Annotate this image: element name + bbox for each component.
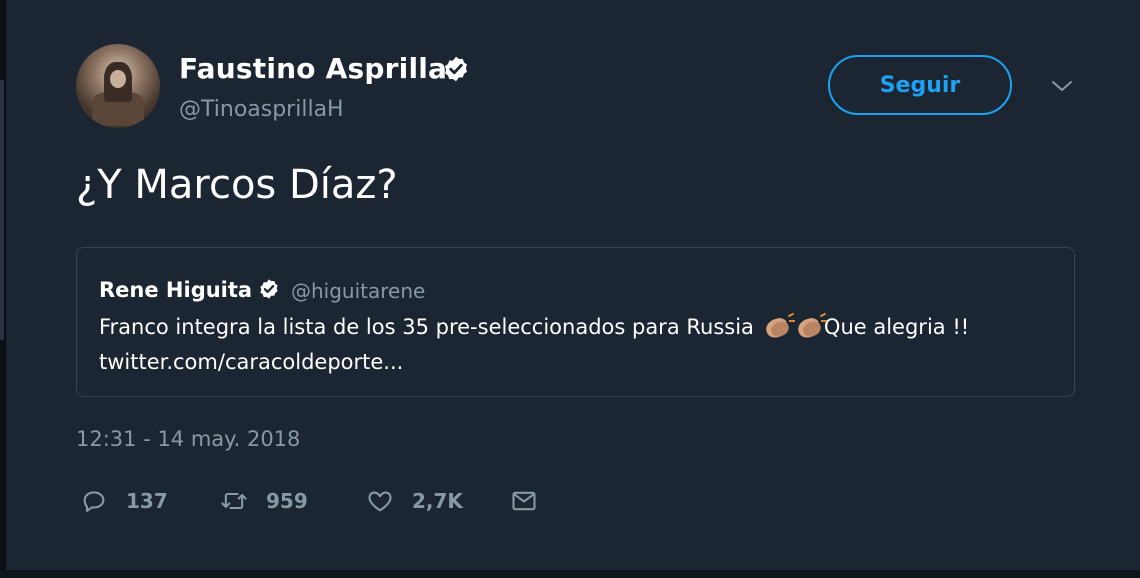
quoted-tweet-text: Franco integra la lista de los 35 pre-se… [99, 312, 970, 341]
window-edge [0, 570, 1140, 578]
direct-message-button[interactable] [510, 486, 538, 516]
direct-message-icon [512, 491, 536, 511]
window-edge [0, 0, 6, 578]
reply-icon [83, 491, 105, 512]
follow-button[interactable]: Seguir [828, 55, 1012, 115]
quoted-tweet[interactable]: Rene Higuita @higuitarene Franco integra… [76, 247, 1075, 397]
quoted-text-main: Franco integra la lista de los 35 pre-se… [99, 315, 754, 339]
quoted-text-exclamation: Que alegria !! [823, 315, 970, 339]
tweet-text: ¿Y Marcos Díaz? [76, 162, 398, 208]
like-count: 2,7K [412, 489, 463, 513]
author-name[interactable]: Faustino Asprilla [179, 52, 447, 85]
tweet-timestamp[interactable]: 12:31 - 14 may. 2018 [76, 427, 300, 451]
clapping-hands-emoji [795, 312, 827, 341]
tweet-card: Faustino Asprilla @TinoasprillaH Seguir … [0, 0, 1140, 578]
retweet-count: 959 [266, 489, 308, 513]
retweet-button[interactable]: 959 [220, 486, 308, 516]
quoted-tweet-link[interactable]: twitter.com/caracoldeporte... [99, 350, 403, 374]
like-button[interactable]: 2,7K [366, 486, 463, 516]
retweet-icon [221, 492, 247, 510]
clapping-hands-emoji [763, 312, 795, 341]
like-icon [368, 491, 392, 512]
reply-button[interactable]: 137 [80, 486, 168, 516]
reply-count: 137 [126, 489, 168, 513]
author-handle[interactable]: @TinoasprillaH [179, 97, 344, 122]
verified-badge-icon [445, 56, 467, 82]
verified-badge-icon [260, 279, 278, 299]
avatar[interactable] [76, 44, 160, 128]
quoted-author-name[interactable]: Rene Higuita [99, 278, 252, 302]
quoted-author-handle[interactable]: @higuitarene [291, 279, 425, 303]
chevron-down-icon[interactable] [1050, 78, 1074, 94]
